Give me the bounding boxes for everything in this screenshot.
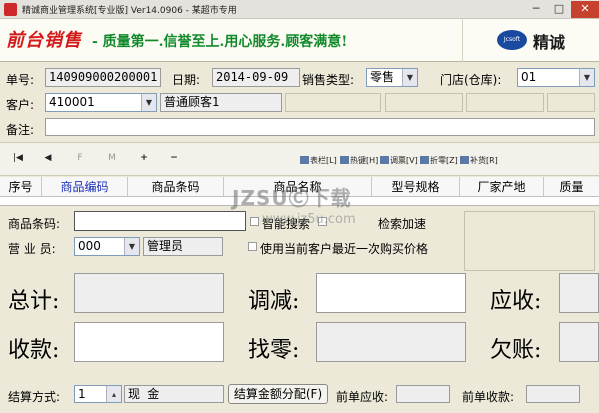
columns-button[interactable]: 表栏[L] bbox=[300, 155, 337, 166]
app-icon bbox=[4, 3, 17, 16]
banner-title: 前台销售 bbox=[6, 30, 82, 51]
restock-button-label: 补货[R] bbox=[470, 156, 498, 165]
round-off-button-label: 折零[Z] bbox=[430, 156, 458, 165]
table-icon bbox=[300, 156, 309, 164]
watermark-text: JZSUⒸ下载 bbox=[232, 186, 352, 210]
flag-f-button[interactable]: F bbox=[72, 153, 88, 167]
prev-receivable-label: 前单应收: bbox=[336, 390, 389, 404]
owed-label: 欠账: bbox=[490, 338, 542, 363]
column-header[interactable]: 质量 bbox=[544, 177, 599, 197]
title-bar: 精诚商业管理系统[专业版] Ver14.0906 - 某超市专用 ─ □ ✕ bbox=[0, 0, 599, 19]
total-label: 总计: bbox=[8, 289, 60, 314]
remark-label: 备注: bbox=[6, 123, 35, 137]
store-value: 01 bbox=[521, 70, 537, 84]
doc-no-label: 单号: bbox=[6, 73, 35, 87]
store-select[interactable]: 01 ▼ bbox=[517, 68, 595, 87]
close-button[interactable]: ✕ bbox=[571, 1, 599, 18]
ticket-icon bbox=[380, 156, 389, 164]
hotkey-button-label: 热键[H] bbox=[350, 156, 379, 165]
owed-field bbox=[559, 322, 599, 362]
columns-button-label: 表栏[L] bbox=[310, 156, 337, 165]
prev-record-button[interactable]: ◀ bbox=[40, 153, 56, 167]
flag-m-button[interactable]: M bbox=[104, 153, 120, 167]
barcode-label: 商品条码: bbox=[8, 217, 61, 231]
column-header[interactable]: 序号 bbox=[0, 177, 42, 197]
clerk-select[interactable]: 000 ▼ bbox=[74, 237, 140, 256]
allocate-amount-button[interactable]: 结算金额分配(F) bbox=[228, 384, 328, 404]
remove-row-button[interactable]: − bbox=[166, 153, 182, 167]
logo-badge-icon: Jcsoft bbox=[497, 30, 527, 50]
receivable-field bbox=[559, 273, 599, 313]
settle-code-value: 1 bbox=[78, 387, 86, 401]
last-price-label: 使用当前客户最近一次购买价格 bbox=[260, 242, 429, 256]
received-label: 收款: bbox=[8, 338, 60, 363]
customer-code-value: 410001 bbox=[49, 95, 95, 109]
settle-name-field: 现 金 bbox=[124, 385, 224, 403]
recall-ticket-button-label: 调票[V] bbox=[390, 156, 418, 165]
product-image-box bbox=[464, 211, 595, 271]
chevron-down-icon[interactable]: ▼ bbox=[579, 69, 594, 86]
keyboard-icon bbox=[340, 156, 349, 164]
settle-code-select[interactable]: 1 ▴ bbox=[74, 385, 122, 403]
round-off-button[interactable]: 折零[Z] bbox=[420, 155, 458, 166]
hotkey-button[interactable]: 热键[H] bbox=[340, 155, 378, 166]
search-speedup-label: 检索加速 bbox=[378, 217, 427, 231]
watermark-url: www.jz5u.com bbox=[262, 212, 356, 227]
column-header[interactable]: 商品编码 bbox=[42, 177, 128, 197]
window-title: 精诚商业管理系统[专业版] Ver14.0906 - 某超市专用 bbox=[22, 6, 237, 16]
column-header[interactable]: 厂家产地 bbox=[460, 177, 544, 197]
clerk-name-field: 管理员 bbox=[143, 237, 223, 256]
clerk-code-value: 000 bbox=[78, 239, 101, 253]
clerk-label: 营 业 员: bbox=[8, 242, 56, 256]
smart-search-checkbox[interactable] bbox=[250, 217, 259, 226]
date-label: 日期: bbox=[172, 73, 201, 87]
spinner-icon[interactable]: ▴ bbox=[106, 386, 121, 402]
banner-slogan: - 质量第一.信誉至上.用心服务.顾客满意! bbox=[92, 34, 348, 50]
barcode-input[interactable] bbox=[74, 211, 246, 231]
customer-label: 客户: bbox=[6, 98, 35, 112]
toolbar: |◀ ◀ F M + − 表栏[L] 热键[H] 调票[V] 折零[Z] 补货[… bbox=[0, 142, 599, 176]
remark-input[interactable] bbox=[45, 118, 595, 136]
date-field[interactable]: 2014-09-09 bbox=[212, 68, 300, 87]
total-field bbox=[74, 273, 224, 313]
recall-ticket-button[interactable]: 调票[V] bbox=[380, 155, 418, 166]
first-record-button[interactable]: |◀ bbox=[10, 153, 26, 167]
customer-code-select[interactable]: 410001 ▼ bbox=[45, 93, 157, 112]
change-label: 找零: bbox=[248, 338, 300, 363]
change-field bbox=[316, 322, 466, 362]
restock-button[interactable]: 补货[R] bbox=[460, 155, 498, 166]
doc-no-field[interactable]: 140909000200001 bbox=[45, 68, 161, 87]
last-price-checkbox[interactable] bbox=[248, 242, 257, 251]
column-header[interactable]: 型号规格 bbox=[372, 177, 460, 197]
prev-received-field bbox=[526, 385, 580, 403]
discount-icon bbox=[420, 156, 429, 164]
maximize-button[interactable]: □ bbox=[548, 1, 570, 18]
info-box-2 bbox=[385, 93, 463, 112]
adjust-label: 调减: bbox=[248, 289, 300, 314]
add-row-button[interactable]: + bbox=[136, 153, 152, 167]
prev-receivable-field bbox=[396, 385, 450, 403]
logo: Jcsoft 精诚 bbox=[462, 19, 599, 62]
sale-type-select[interactable]: 零售 ▼ bbox=[366, 68, 418, 87]
column-header[interactable]: 商品条码 bbox=[128, 177, 224, 197]
customer-name-field: 普通顾客1 bbox=[160, 93, 282, 112]
info-box-4 bbox=[547, 93, 595, 112]
chevron-down-icon[interactable]: ▼ bbox=[402, 69, 417, 86]
prev-received-label: 前单收款: bbox=[462, 390, 515, 404]
chevron-down-icon[interactable]: ▼ bbox=[124, 238, 139, 255]
receivable-label: 应收: bbox=[490, 289, 542, 314]
chevron-down-icon[interactable]: ▼ bbox=[141, 94, 156, 111]
info-box-3 bbox=[466, 93, 544, 112]
sale-type-label: 销售类型: bbox=[302, 73, 355, 87]
sale-type-value: 零售 bbox=[370, 70, 395, 84]
store-label: 门店(仓库): bbox=[440, 73, 502, 87]
logo-text: 精诚 bbox=[533, 33, 566, 52]
info-box-1 bbox=[285, 93, 381, 112]
received-input[interactable] bbox=[74, 322, 224, 362]
adjust-input[interactable] bbox=[316, 273, 466, 313]
minimize-button[interactable]: ─ bbox=[525, 1, 547, 18]
settle-label: 结算方式: bbox=[8, 390, 61, 404]
banner: 前台销售 - 质量第一.信誉至上.用心服务.顾客满意! Jcsoft 精诚 bbox=[0, 19, 599, 62]
restock-icon bbox=[460, 156, 469, 164]
